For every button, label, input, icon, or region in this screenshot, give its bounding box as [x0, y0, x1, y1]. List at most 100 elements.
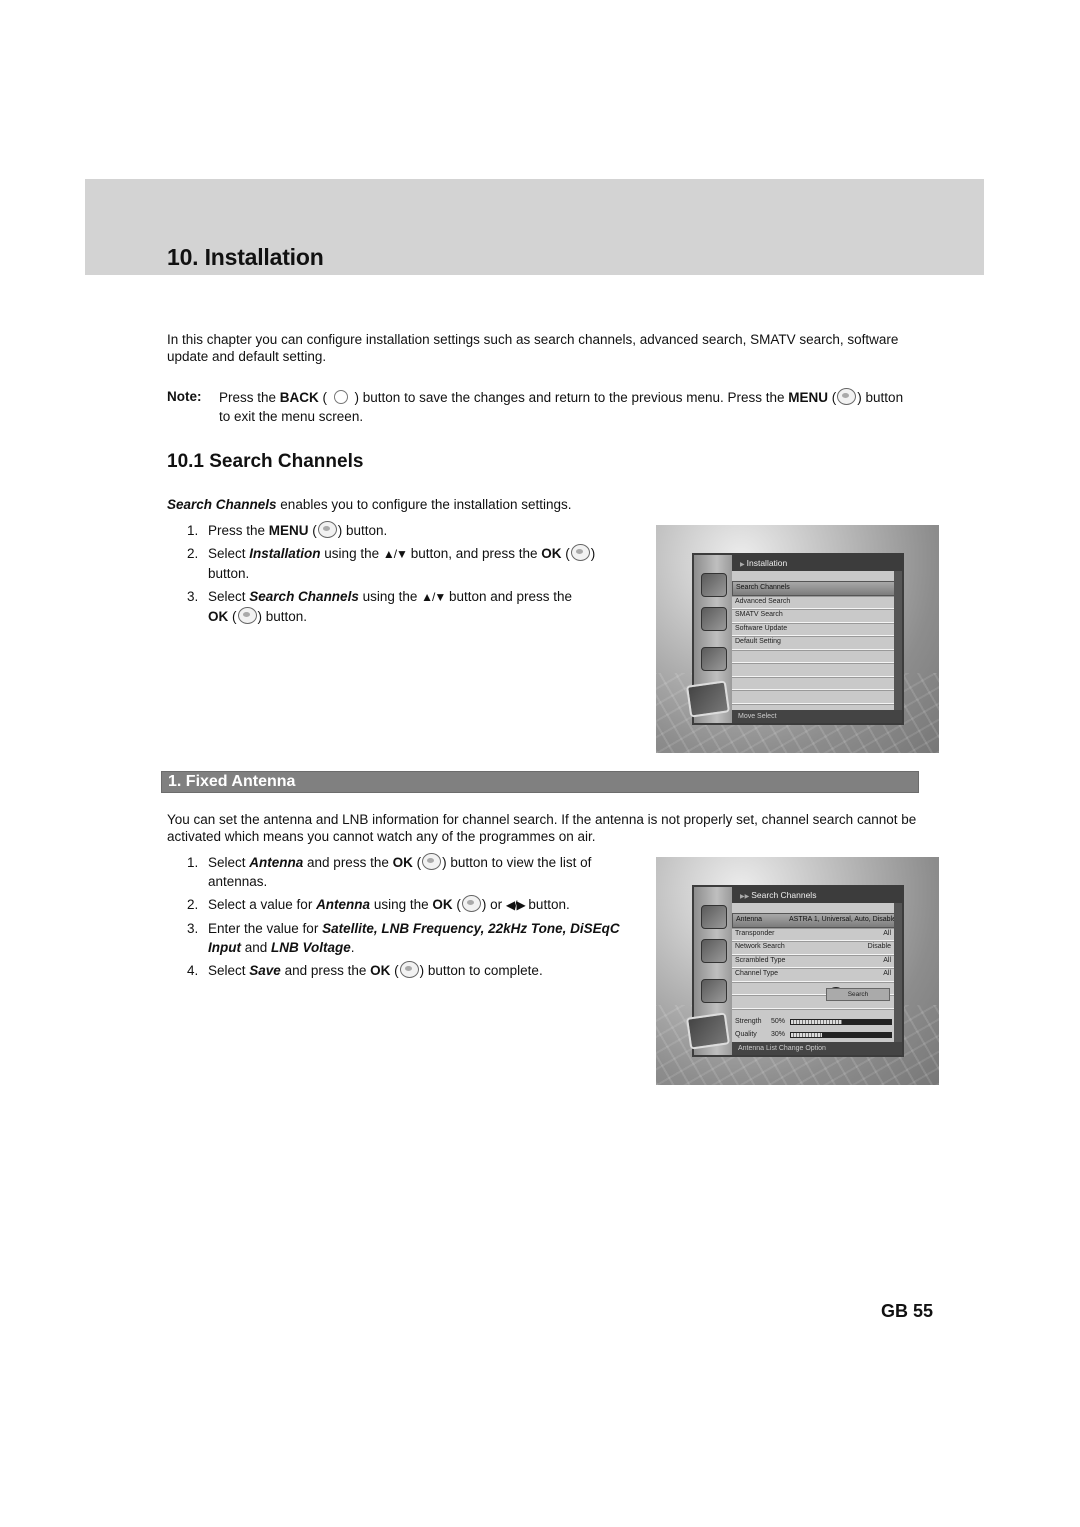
strength-value: 50% [771, 1018, 786, 1025]
note-body: Press the BACK ( ) button to save the ch… [219, 388, 917, 426]
osd-menu-item[interactable]: SMATV Search [732, 609, 894, 623]
up-down-arrows-icon: ▲/▼ [382, 547, 408, 561]
osd-scrollbar [894, 571, 902, 710]
step-text: Select a value for [208, 897, 317, 912]
chapter-intro: In this chapter you can configure instal… [167, 332, 899, 364]
step-text: Select [208, 589, 250, 604]
osd-menu-item[interactable]: Advanced Search [732, 596, 894, 609]
back-button-icon [333, 390, 348, 404]
double-arrow-right-icon: ▶▶ [740, 894, 750, 900]
osd-title-bar: ▶▶ Search Channels [732, 887, 902, 903]
ok-button-icon [422, 853, 442, 870]
menu-item-name: Antenna [249, 855, 304, 870]
step-text: ( [452, 897, 461, 912]
step-text: button and press the [445, 589, 573, 604]
strength-bar [790, 1019, 892, 1025]
osd-menu-item[interactable] [732, 663, 894, 677]
osd-scrollbar [894, 903, 902, 1042]
step-item: 1. Select Antenna and press the OK () but… [187, 853, 637, 891]
quality-label: Quality [735, 1031, 757, 1038]
step-number: 2. [187, 897, 199, 912]
osd-frame: ▶▶ Search Channels Antenna ASTRA 1, Univer… [685, 885, 904, 1057]
osd-footer: Antenna List Change Option [732, 1042, 902, 1055]
osd-menu-item[interactable]: Default Setting [732, 636, 894, 650]
step-item: 2. Select Installation using the ▲/▼ butt… [187, 544, 637, 583]
setting-label: Network Search [735, 943, 785, 950]
osd-menu-item[interactable] [732, 677, 894, 690]
key-label: OK [208, 609, 229, 624]
step-text: and press the [280, 963, 371, 978]
osd-menu-item[interactable]: Software Update [732, 623, 894, 636]
key-label: MENU [268, 523, 309, 538]
ok-button-icon [570, 544, 590, 561]
key-label: OK [370, 963, 391, 978]
back-key-label: BACK [279, 390, 319, 405]
step-text: ) button. [337, 523, 388, 538]
step-item: 2. Select a value for Antenna using the O… [187, 895, 637, 915]
setting-label: Transponder [735, 929, 775, 937]
ok-button-icon [461, 895, 481, 912]
satellite-dish-icon [685, 680, 731, 718]
ok-button-icon [399, 961, 419, 978]
osd-setting-row[interactable]: Network Search Disable [732, 941, 894, 955]
setting-label: Antenna [736, 916, 763, 923]
osd-menu-item[interactable] [732, 650, 894, 663]
note-label: Note: [167, 389, 202, 404]
note-text: Press the [219, 390, 280, 405]
step-number: 3. [187, 589, 199, 604]
step-item: 3. Select Search Channels using the ▲/▼ b… [187, 587, 637, 626]
box-icon [701, 607, 727, 631]
step-text: button, and press the [406, 546, 542, 561]
osd-menu-item[interactable] [732, 690, 894, 704]
strength-meter: Strength 50% [735, 1017, 892, 1027]
osd-setting-row[interactable]: Transponder All [732, 928, 894, 941]
osd-setting-row[interactable]: Channel Type All [732, 968, 894, 982]
move-select-hint: Move Select [738, 713, 777, 720]
osd-frame: ▶ Installation Search Channels Advanced Se… [685, 553, 904, 725]
quality-value: 30% [771, 1031, 786, 1038]
installation-icon [701, 905, 727, 929]
step-text: button. [524, 897, 570, 912]
setting-value: All [883, 970, 891, 977]
key-label: OK [432, 897, 453, 912]
chapter-title: 10. Installation [167, 244, 324, 270]
menu-button-icon [837, 388, 857, 405]
arrow-right-icon: ▶ [740, 562, 745, 568]
page-number: GB 55 [881, 1301, 934, 1321]
menu-item-name: Save [249, 963, 281, 978]
note-text: ) button to save the changes and return … [350, 390, 789, 405]
step-number: 4. [187, 963, 199, 978]
setting-value: Disable [867, 943, 891, 950]
osd-setting-row[interactable]: Antenna ASTRA 1, Universal, Auto, Disable [732, 913, 900, 928]
menu-button-icon [317, 521, 337, 538]
subsection-intro: You can set the antenna and LNB informat… [167, 812, 917, 844]
satellite-dish-icon [685, 1012, 731, 1050]
tv-monitor-icon [701, 979, 727, 1003]
step-number: 1. [187, 855, 199, 870]
quality-bar-fill [791, 1033, 822, 1037]
step-text: using the [358, 589, 422, 604]
installation-icon [701, 573, 727, 597]
step-text: and press the [303, 855, 393, 870]
osd-title: Installation [746, 558, 788, 568]
ok-button-icon [237, 607, 257, 624]
osd-sidebar [685, 555, 732, 723]
search-channels-steps: 1. Press the MENU () button. 2. Select Ins… [187, 521, 637, 630]
step-text: ( [308, 523, 317, 538]
osd-setting-row[interactable]: Scrambled Type All [732, 955, 894, 968]
search-button[interactable]: Search [826, 988, 890, 1001]
section-title: 10.1 Search Channels [167, 451, 364, 472]
antenna-list-hint: Antenna List Change Option [738, 1045, 826, 1052]
step-text: ( [390, 963, 399, 978]
osd-title: Search Channels [751, 890, 817, 900]
subsection-title: 1. Fixed Antenna [168, 773, 296, 790]
osd-footer: Move Select [732, 710, 902, 723]
step-text: and [241, 940, 272, 955]
setting-name: LNB Voltage [271, 940, 351, 955]
osd-menu-list: Search Channels Advanced Search SMATV Sear… [732, 581, 900, 704]
step-text: Enter the value for [208, 921, 323, 936]
osd-menu-item[interactable]: Search Channels [732, 581, 900, 596]
step-item: 1. Press the MENU () button. [187, 521, 637, 540]
step-text: using the [320, 546, 383, 561]
note-text: ( [828, 390, 837, 405]
